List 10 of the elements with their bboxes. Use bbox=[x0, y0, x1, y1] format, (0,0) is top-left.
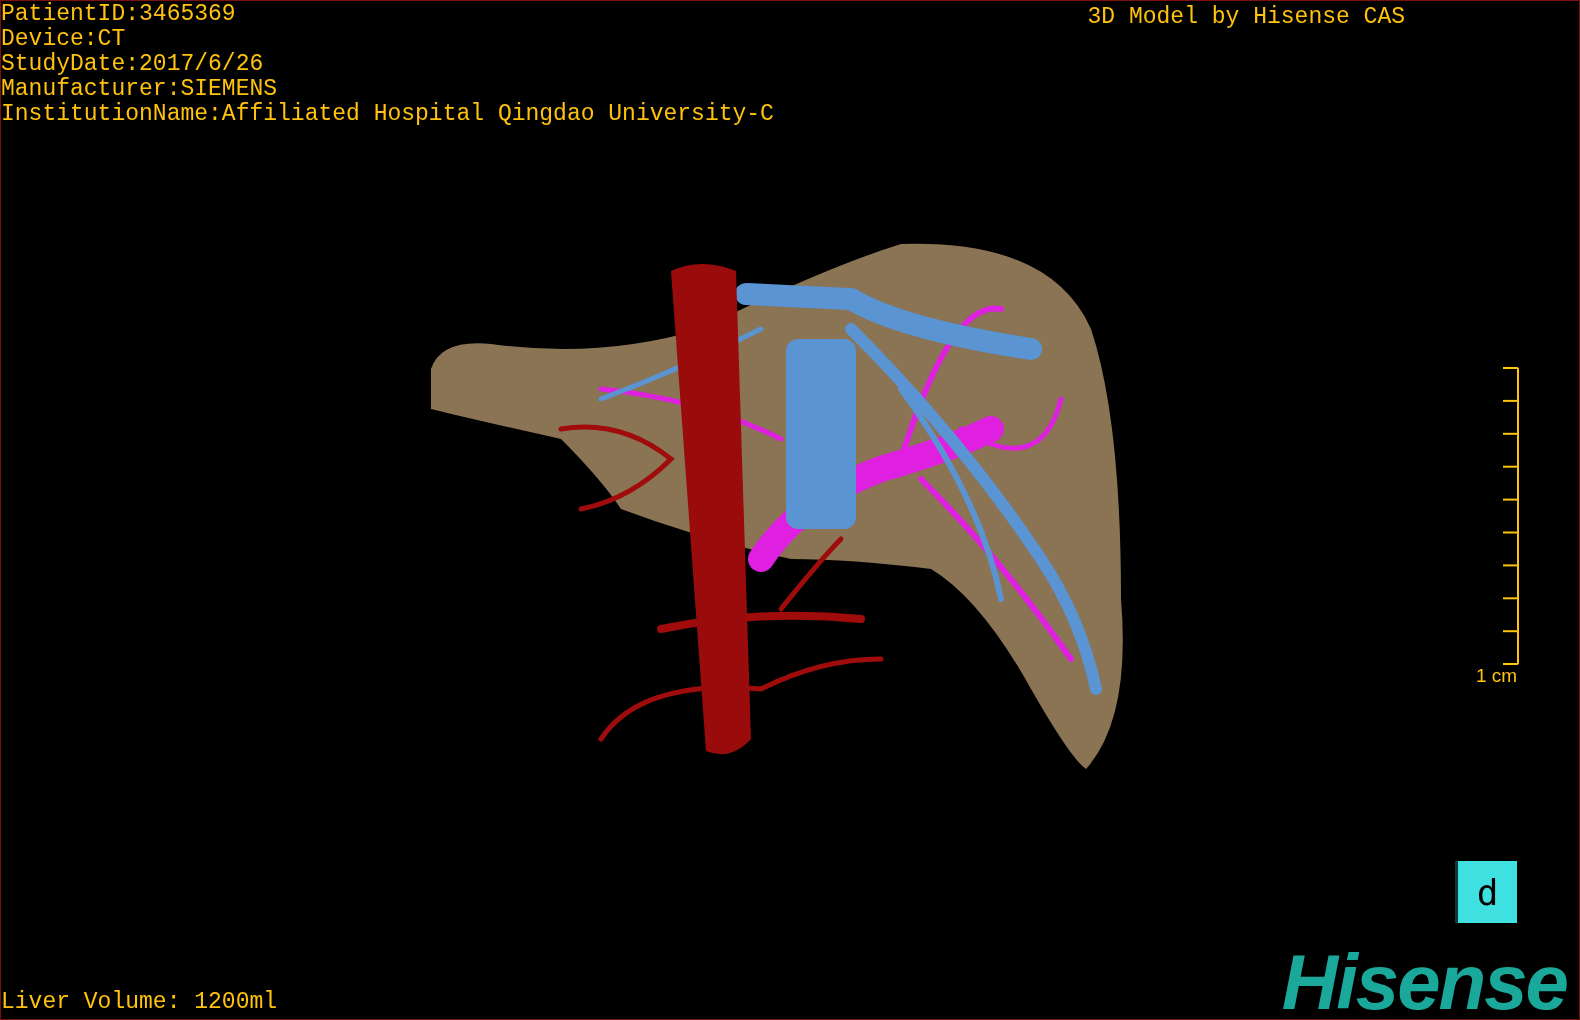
liver-volume-text: Liver Volume: 1200ml bbox=[1, 988, 278, 1017]
patient-info-text: Manufacturer:SIEMENS bbox=[1, 77, 279, 102]
patient-info-text: StudyDate:2017/6/26 bbox=[1, 52, 265, 77]
patient-info-text: Device:CT bbox=[1, 27, 127, 52]
scale-label: 1 cm bbox=[1475, 665, 1518, 687]
patient-info-text: InstitutionName:Affiliated Hospital Qingdao University-C bbox=[1, 102, 774, 127]
view-button[interactable]: d bbox=[1455, 861, 1517, 923]
brand-logo: Hisense bbox=[1281, 949, 1568, 1015]
model-title: 3D Model by Hisense CAS bbox=[1087, 3, 1405, 32]
patient-info-text: PatientID:3465369 bbox=[1, 2, 237, 27]
